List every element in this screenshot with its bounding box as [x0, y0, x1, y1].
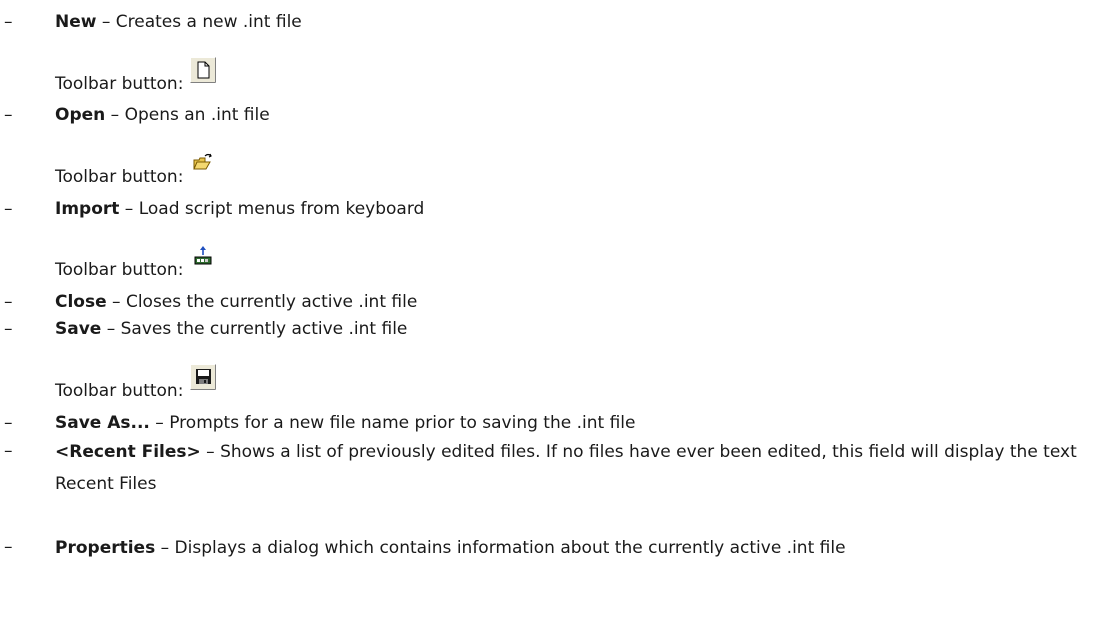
bullet-dash: –	[4, 537, 13, 557]
bullet-dash: –	[4, 319, 13, 339]
item-text: Close – Closes the currently active .int…	[55, 292, 418, 312]
item-text: <Recent Files> – Shows a list of previou…	[55, 442, 1077, 494]
item-text: New – Creates a new .int file	[55, 12, 302, 32]
item-description: Prompts for a new file name prior to sav…	[169, 413, 636, 433]
bullet-dash: –	[4, 292, 13, 312]
toolbar-button-row-import: Toolbar button:	[55, 243, 216, 283]
toolbar-button-row-save: Toolbar button:	[55, 364, 216, 404]
item-term: New	[55, 12, 97, 32]
item-text: Open – Opens an .int file	[55, 105, 270, 125]
new-file-icon	[189, 57, 216, 83]
item-term: <Recent Files>	[55, 442, 201, 462]
item-description: Displays a dialog which contains informa…	[174, 538, 846, 558]
item-term: Import	[55, 199, 120, 219]
item-text: Properties – Displays a dialog which con…	[55, 538, 846, 558]
item-text: Save As... – Prompts for a new file name…	[55, 413, 636, 433]
toolbar-label: Toolbar button:	[55, 381, 184, 401]
item-description: Saves the currently active .int file	[120, 319, 408, 339]
item-term: Open	[55, 105, 106, 125]
item-description: Opens an .int file	[124, 105, 270, 125]
toolbar-button-row-new: Toolbar button:	[55, 57, 216, 97]
item-text: Import – Load script menus from keyboard	[55, 199, 425, 219]
bullet-dash: –	[4, 12, 13, 32]
item-term: Save	[55, 319, 102, 339]
import-keyboard-icon	[189, 243, 216, 269]
save-disk-icon	[189, 364, 216, 390]
list-item-recent-files: – <Recent Files> – Shows a list of previ…	[0, 439, 1098, 503]
item-term: Save As...	[55, 413, 150, 433]
bullet-dash: –	[4, 441, 13, 461]
item-description: Closes the currently active .int file	[125, 292, 418, 312]
item-text: Save – Saves the currently active .int f…	[55, 319, 408, 339]
document-page: – New – Creates a new .int file Toolbar …	[0, 0, 1098, 626]
toolbar-label: Toolbar button:	[55, 167, 184, 187]
bullet-dash: –	[4, 413, 13, 433]
item-description: Load script menus from keyboard	[138, 199, 425, 219]
open-folder-icon	[189, 150, 216, 176]
item-term: Close	[55, 292, 107, 312]
toolbar-button-row-open: Toolbar button:	[55, 150, 216, 190]
toolbar-label: Toolbar button:	[55, 74, 184, 94]
bullet-dash: –	[4, 105, 13, 125]
bullet-dash: –	[4, 199, 13, 219]
toolbar-label: Toolbar button:	[55, 260, 184, 280]
list-item-properties: – Properties – Displays a dialog which c…	[0, 535, 1098, 599]
item-term: Properties	[55, 538, 156, 558]
item-description: Creates a new .int file	[115, 12, 302, 32]
